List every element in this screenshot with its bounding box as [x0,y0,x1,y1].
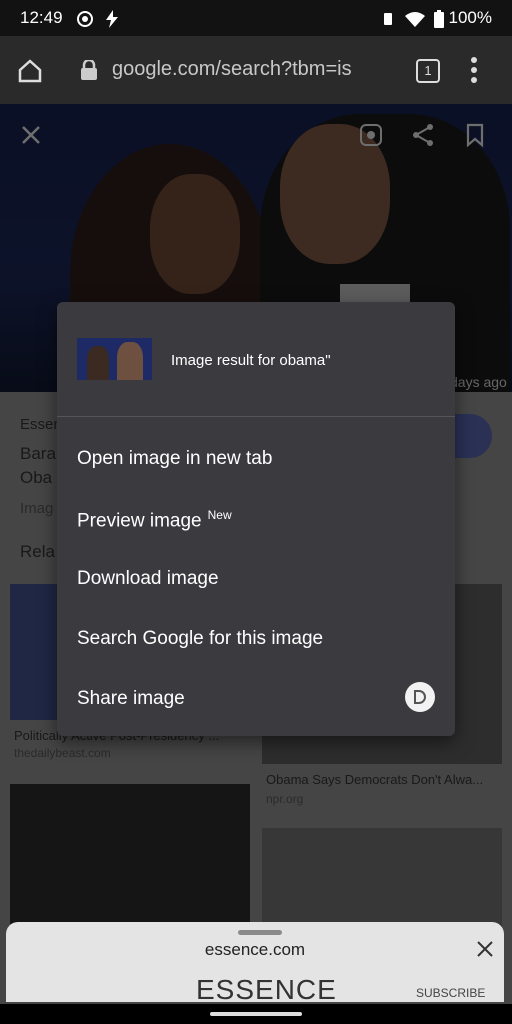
menu-item-preview-image[interactable]: Preview image New [77,508,232,532]
menu-item-label: Download image [77,568,219,589]
source-bottom-sheet[interactable]: essence.com ESSENCE SUBSCRIBE [6,922,504,1005]
menu-item-search-google[interactable]: Search Google for this image [77,628,323,650]
menu-header-title: Image result for obama" [171,352,331,369]
notification-icons [76,8,119,28]
lightning-icon [105,9,118,28]
thumb-person-right [117,342,143,380]
menu-item-label: Preview image [77,510,202,532]
new-badge: New [207,508,232,522]
thumb-person-left [87,346,109,380]
image-context-menu: Image result for obama" Open image in ne… [57,302,455,736]
menu-header: Image result for obama" [57,302,455,416]
overflow-menu-icon[interactable] [470,56,478,84]
menu-item-label: Open image in new tab [77,448,273,469]
wifi-icon [405,11,426,27]
url-field[interactable]: google.com/search?tbm=isch [112,58,352,81]
subscribe-link[interactable]: SUBSCRIBE [416,986,485,1000]
menu-header-thumbnail [77,338,152,380]
menu-item-label: Search Google for this image [77,628,324,649]
lock-icon [81,60,97,80]
home-indicator[interactable] [210,1012,302,1016]
home-icon[interactable] [17,58,43,84]
menu-item-open-new-tab[interactable]: Open image in new tab [77,448,272,470]
menu-item-label: Share image [77,688,185,709]
sheet-domain: essence.com [204,940,306,959]
share-target-app-icon[interactable] [405,682,435,712]
gesture-nav-bar [0,1004,512,1024]
url-bar: google.com/search?tbm=isch 1 [0,36,512,104]
status-bar: 12:49 100% [0,0,512,36]
battery-percent: 100% [448,8,492,27]
drag-handle[interactable] [238,930,282,935]
tab-switcher-button[interactable]: 1 [416,59,440,83]
menu-divider [57,416,455,417]
brand-logo: ESSENCE [196,974,337,1005]
status-right: 100% [380,8,492,28]
menu-item-download-image[interactable]: Download image [77,568,219,590]
menu-item-share-image[interactable]: Share image [77,688,185,710]
vibrate-icon [384,12,393,25]
app-glyph [414,690,426,704]
close-icon[interactable] [476,940,494,958]
at-sign-icon [77,10,93,27]
battery-icon [433,9,444,28]
status-time: 12:49 [20,8,63,27]
